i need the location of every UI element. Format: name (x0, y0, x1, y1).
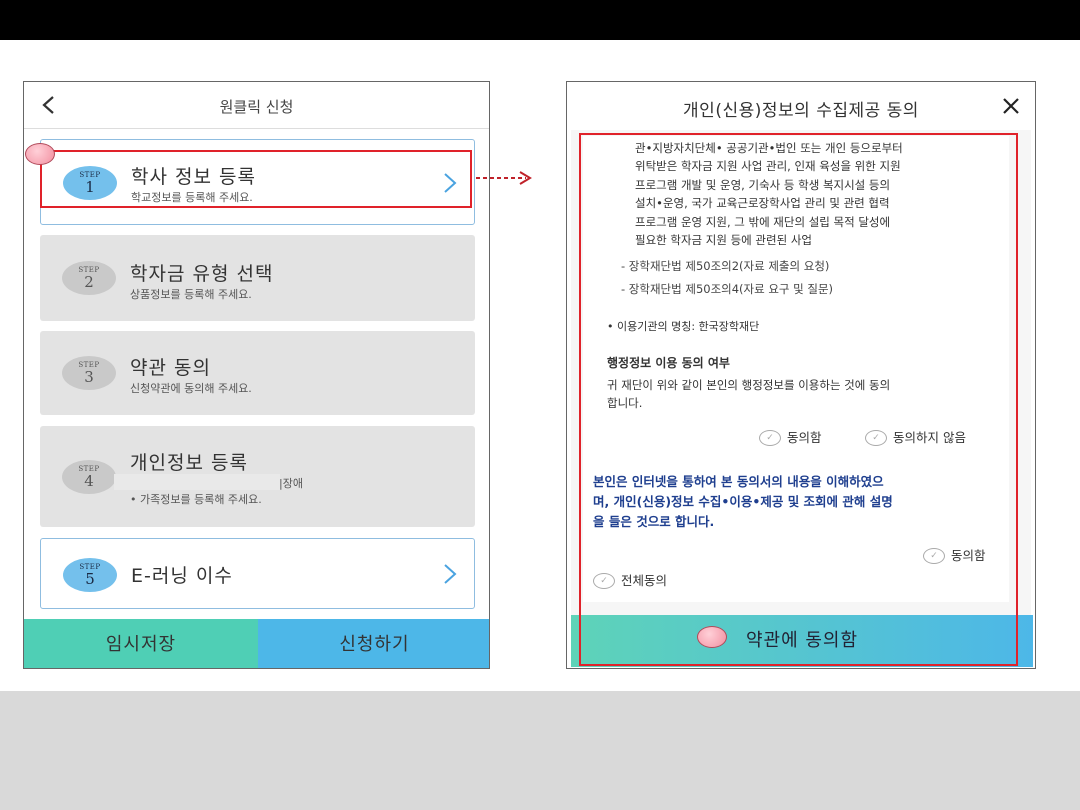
step-1-highlight-box (40, 150, 472, 208)
dialog-header: 개인(신용)정보의 수집제공 동의 (567, 82, 1035, 130)
step-4-badge: STEP 4 (62, 460, 116, 494)
step-number: 3 (84, 368, 94, 386)
step-5-badge: STEP 5 (63, 558, 117, 592)
step-3-badge: STEP 3 (62, 356, 116, 390)
step-5-title: E-러닝 이수 (131, 565, 233, 587)
chevron-right-icon[interactable] (440, 562, 460, 586)
marker-dot-icon (697, 626, 727, 648)
consent-highlight-box (579, 133, 1018, 666)
temp-save-button[interactable]: 임시저장 (24, 619, 258, 668)
step-2-card[interactable]: STEP 2 학자금 유형 선택 상품정보를 등록해 주세요. (40, 235, 475, 321)
step-2-title: 학자금 유형 선택 (130, 263, 274, 285)
dashed-arrow-icon (476, 171, 532, 185)
step-3-card[interactable]: STEP 3 약관 동의 신청약관에 동의해 주세요. (40, 331, 475, 415)
screen-header: 원클릭 신청 (24, 82, 489, 129)
step-number: 2 (84, 273, 94, 291)
close-icon[interactable] (1001, 96, 1021, 116)
step-4-card[interactable]: STEP 4 개인정보 등록 |장애 • 가족정보를 등록해 주세요. (40, 426, 475, 527)
apply-button[interactable]: 신청하기 (258, 619, 489, 668)
step-3-subtitle: 신청약관에 동의해 주세요. (130, 382, 252, 395)
redacted-area (114, 474, 280, 490)
step-number: 4 (84, 472, 94, 490)
top-black-bar (0, 0, 1080, 40)
marker-dot-icon (25, 143, 55, 165)
dialog-title: 개인(신용)정보의 수집제공 동의 (683, 101, 919, 121)
bottom-grey-band (0, 691, 1080, 810)
step-2-badge: STEP 2 (62, 261, 116, 295)
step-4-title: 개인정보 등록 (130, 452, 248, 474)
screen-title: 원클릭 신청 (219, 98, 294, 116)
step-number: 5 (85, 570, 95, 588)
step-5-card[interactable]: STEP 5 E-러닝 이수 (40, 538, 475, 609)
step-3-title: 약관 동의 (130, 357, 211, 379)
step-4-subtitle: • 가족정보를 등록해 주세요. (130, 493, 262, 506)
step-2-subtitle: 상품정보를 등록해 주세요. (130, 288, 252, 301)
step-4-subtitle-partial: |장애 (279, 477, 303, 490)
